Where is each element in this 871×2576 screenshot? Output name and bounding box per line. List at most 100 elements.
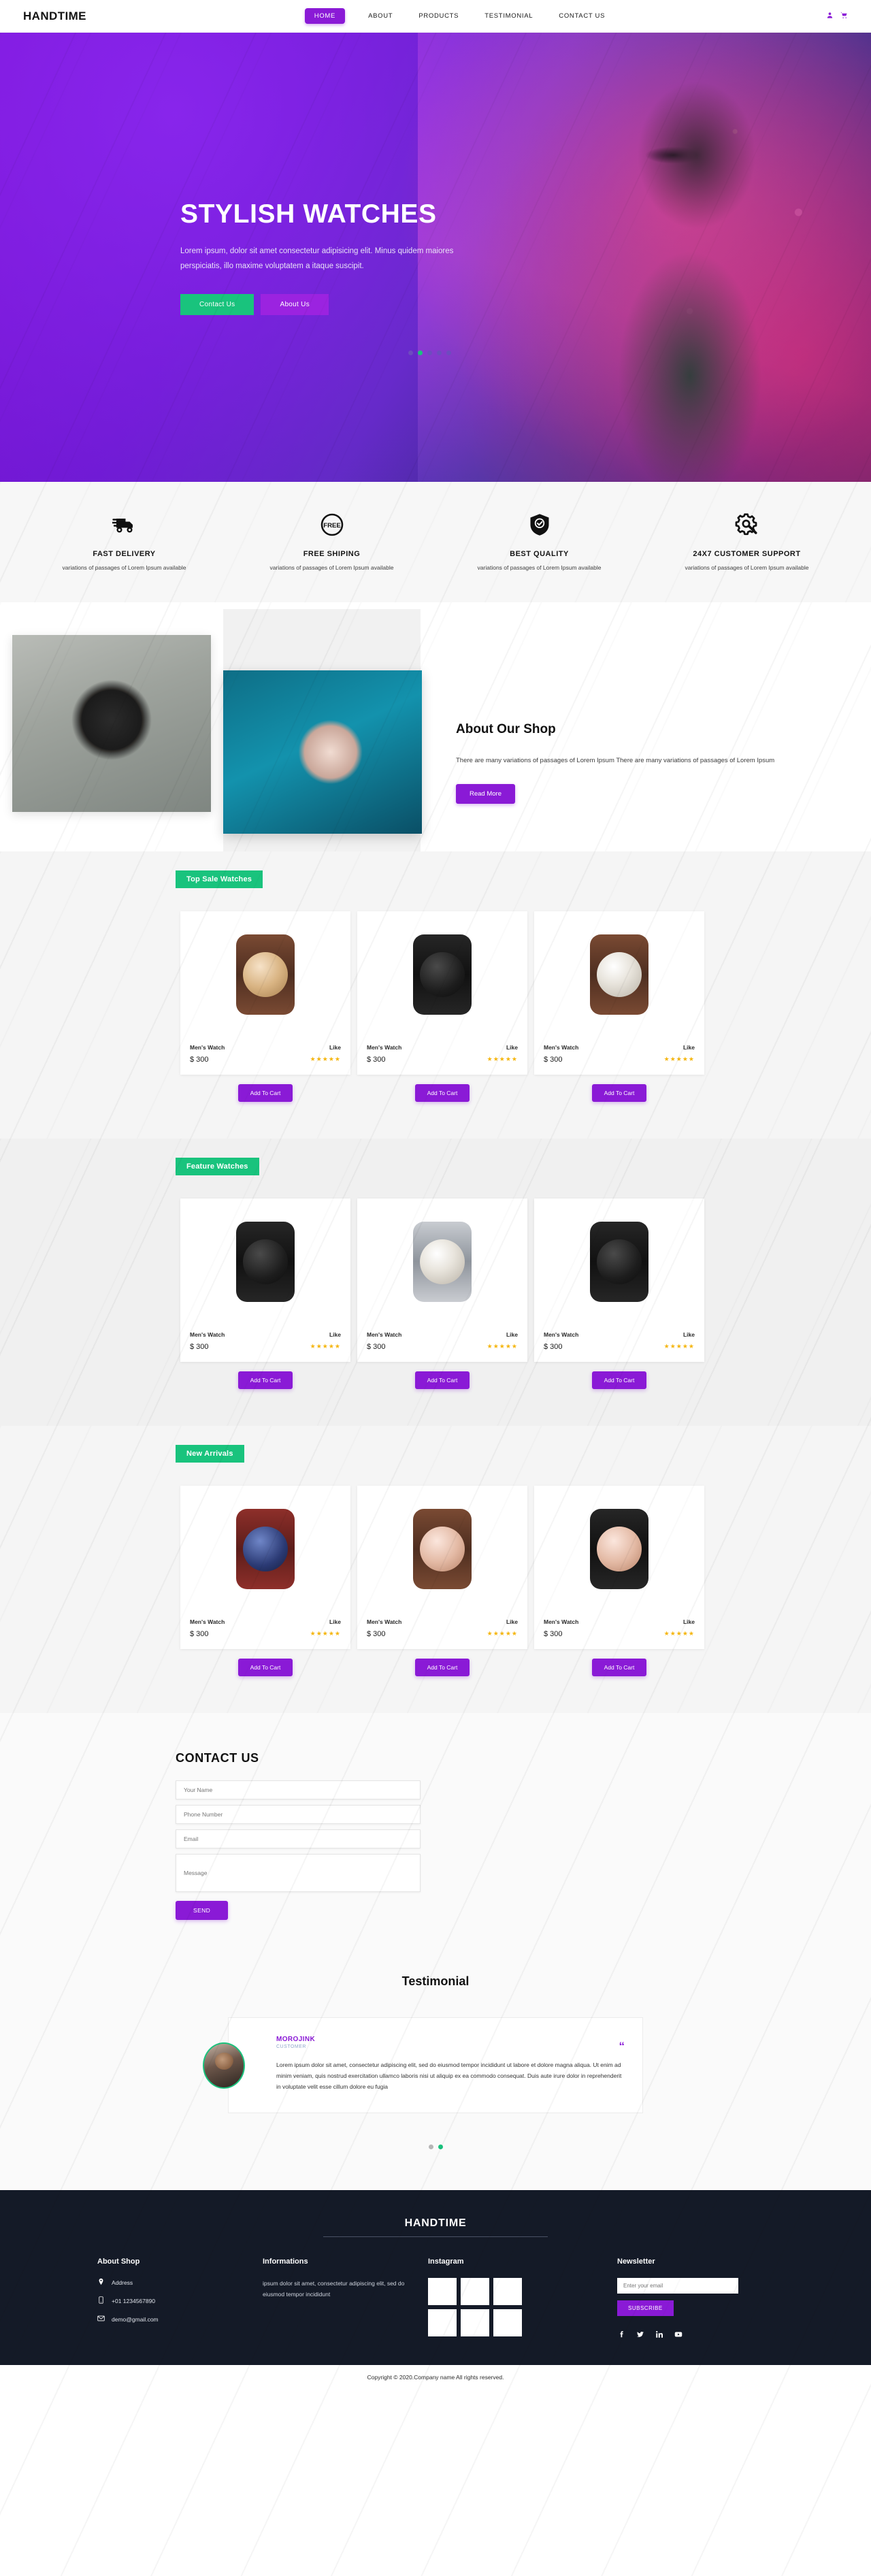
brand-logo[interactable]: HANDTIME	[23, 10, 86, 23]
product-card[interactable]: Men's Watch $ 300 Like ★★★★★ Add To Cart	[180, 1486, 350, 1677]
header-actions	[826, 10, 848, 22]
send-button[interactable]: SEND	[176, 1901, 229, 1921]
feature-free-shipping: FREE FREE SHIPING variations of passages…	[228, 509, 436, 571]
product-card[interactable]: Men's Watch $ 300 Like ★★★★★ Add To Cart	[534, 1486, 704, 1677]
hero-dot-3[interactable]	[427, 350, 432, 355]
add-to-cart-button[interactable]: Add To Cart	[237, 1659, 293, 1677]
product-image	[534, 1199, 704, 1325]
testimonial-dot-1[interactable]	[428, 2145, 433, 2150]
product-image	[180, 1199, 350, 1325]
facebook-icon[interactable]	[617, 2330, 625, 2342]
like-label[interactable]: Like	[487, 1331, 518, 1338]
footer-col-informations: Informations ipsum dolor sit amet, conse…	[263, 2257, 409, 2342]
testimonial-title: Testimonial	[401, 1974, 470, 1989]
about-us-button[interactable]: About Us	[261, 293, 329, 315]
hero-dot-2[interactable]	[418, 350, 423, 355]
product-card[interactable]: Men's Watch $ 300 Like ★★★★★ Add To Cart	[357, 1199, 527, 1390]
footer-col-about-shop: About Shop Address +01 1234567890 demo@g…	[97, 2257, 244, 2342]
main-navigation: HOME ABOUT PRODUCTS TESTIMONIAL CONTACT …	[86, 8, 826, 24]
product-card[interactable]: Men's Watch $ 300 Like ★★★★★ Add To Cart	[357, 911, 527, 1103]
instagram-thumb[interactable]	[428, 2278, 457, 2306]
product-name: Men's Watch	[367, 1618, 402, 1626]
instagram-thumb[interactable]	[461, 2309, 489, 2337]
testimonial-carousel-dots	[0, 2145, 871, 2150]
add-to-cart-button[interactable]: Add To Cart	[414, 1084, 470, 1103]
feature-title: FAST DELIVERY	[93, 550, 156, 558]
subscribe-button[interactable]: SUBSCRIBE	[617, 2300, 674, 2317]
add-to-cart-button[interactable]: Add To Cart	[591, 1659, 647, 1677]
instagram-thumb[interactable]	[493, 2278, 522, 2306]
like-label[interactable]: Like	[487, 1618, 518, 1625]
product-card[interactable]: Men's Watch $ 300 Like ★★★★★ Add To Cart	[180, 1199, 350, 1390]
like-label[interactable]: Like	[310, 1044, 341, 1051]
site-footer: HANDTIME About Shop Address +01 12345678…	[0, 2190, 871, 2366]
footer-email[interactable]: demo@gmail.com	[112, 2316, 159, 2323]
nav-item-about[interactable]: ABOUT	[365, 8, 395, 24]
product-image	[180, 911, 350, 1038]
product-name: Men's Watch	[544, 1618, 579, 1626]
like-label[interactable]: Like	[664, 1044, 695, 1051]
product-card[interactable]: Men's Watch $ 300 Like ★★★★★ Add To Cart	[180, 911, 350, 1103]
nav-item-contact-us[interactable]: CONTACT US	[556, 8, 608, 24]
hero-dot-5[interactable]	[446, 350, 451, 355]
add-to-cart-button[interactable]: Add To Cart	[414, 1659, 470, 1677]
phone-input[interactable]	[176, 1805, 421, 1825]
name-input[interactable]	[176, 1780, 421, 1800]
add-to-cart-button[interactable]: Add To Cart	[591, 1084, 647, 1103]
linkedin-icon[interactable]	[655, 2330, 663, 2342]
add-to-cart-button[interactable]: Add To Cart	[591, 1371, 647, 1390]
read-more-button[interactable]: Read More	[456, 784, 515, 804]
product-name: Men's Watch	[190, 1044, 225, 1051]
footer-address-row: Address	[97, 2278, 244, 2287]
contact-us-button[interactable]: Contact Us	[180, 293, 254, 315]
youtube-icon[interactable]	[674, 2330, 683, 2342]
about-title: About Our Shop	[456, 722, 556, 736]
testimonial-author-name: MOROJINK	[276, 2036, 316, 2044]
hero-dot-1[interactable]	[408, 350, 413, 355]
cart-icon[interactable]	[840, 10, 848, 22]
avatar	[203, 2042, 245, 2089]
instagram-thumb[interactable]	[493, 2309, 522, 2337]
product-card[interactable]: Men's Watch $ 300 Like ★★★★★ Add To Cart	[357, 1486, 527, 1677]
nav-item-testimonial[interactable]: TESTIMONIAL	[482, 8, 536, 24]
like-label[interactable]: Like	[664, 1331, 695, 1338]
quote-icon: “	[619, 2040, 625, 2053]
message-input[interactable]	[176, 1854, 421, 1893]
rating-stars: ★★★★★	[487, 1343, 518, 1350]
user-icon[interactable]	[826, 10, 834, 22]
like-label[interactable]: Like	[310, 1331, 341, 1338]
nav-item-products[interactable]: PRODUCTS	[416, 8, 461, 24]
free-badge-icon: FREE	[240, 509, 423, 540]
product-card[interactable]: Men's Watch $ 300 Like ★★★★★ Add To Cart	[534, 911, 704, 1103]
feature-title: FREE SHIPING	[303, 550, 361, 558]
like-label[interactable]: Like	[487, 1044, 518, 1051]
twitter-icon[interactable]	[636, 2330, 644, 2342]
product-grid: Men's Watch $ 300 Like ★★★★★ Add To Cart…	[0, 911, 871, 1103]
nav-item-home[interactable]: HOME	[304, 8, 346, 24]
product-name: Men's Watch	[544, 1044, 579, 1051]
instagram-thumb[interactable]	[428, 2309, 457, 2337]
copyright-bar: Copyright © 2020.Company name All rights…	[0, 2365, 871, 2392]
testimonial-quote: Lorem ipsum dolor sit amet, consectetur …	[276, 2061, 622, 2090]
feature-fast-delivery: FAST DELIVERY variations of passages of …	[20, 509, 228, 571]
instagram-thumb[interactable]	[461, 2278, 489, 2306]
footer-phone[interactable]: +01 1234567890	[112, 2298, 155, 2304]
hero-carousel-dots	[408, 350, 451, 355]
about-section: About Our Shop There are many variations…	[0, 602, 871, 875]
newsletter-email-input[interactable]	[617, 2278, 738, 2294]
footer-col-newsletter: Newsletter SUBSCRIBE	[617, 2257, 774, 2342]
email-input[interactable]	[176, 1829, 421, 1849]
add-to-cart-button[interactable]: Add To Cart	[237, 1084, 293, 1103]
product-card[interactable]: Men's Watch $ 300 Like ★★★★★ Add To Cart	[534, 1199, 704, 1390]
testimonial-author-role: CUSTOMER	[276, 2044, 306, 2050]
product-price: $ 300	[544, 1056, 563, 1064]
about-paragraph: There are many variations of passages of…	[456, 757, 775, 764]
like-label[interactable]: Like	[310, 1618, 341, 1625]
add-to-cart-button[interactable]: Add To Cart	[414, 1371, 470, 1390]
product-price: $ 300	[367, 1630, 386, 1639]
footer-col-instagram: Instagram	[428, 2257, 598, 2342]
hero-dot-4[interactable]	[437, 350, 442, 355]
add-to-cart-button[interactable]: Add To Cart	[237, 1371, 293, 1390]
testimonial-dot-2[interactable]	[438, 2145, 443, 2150]
like-label[interactable]: Like	[664, 1618, 695, 1625]
